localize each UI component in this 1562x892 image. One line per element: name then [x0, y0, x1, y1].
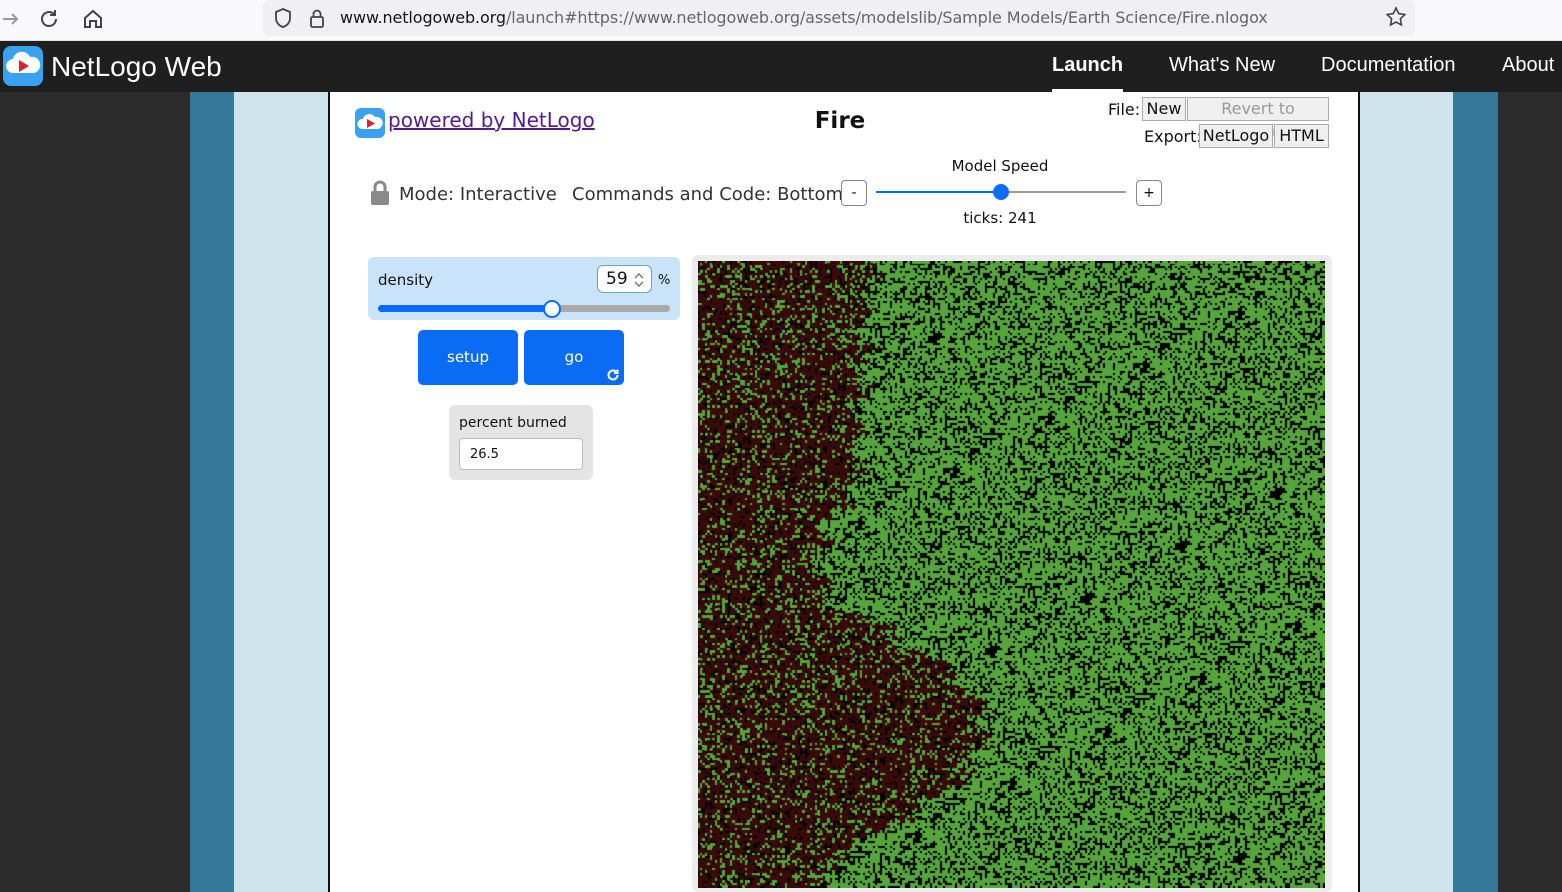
- home-icon[interactable]: [80, 6, 106, 32]
- export-label: Export:: [1144, 127, 1202, 146]
- density-unit: %: [658, 273, 671, 288]
- density-label: density: [378, 271, 433, 289]
- powered-by-link[interactable]: powered by NetLogo: [388, 108, 595, 132]
- world-view[interactable]: [698, 261, 1325, 888]
- speed-slider-fill: [876, 191, 1001, 193]
- spinner-arrows-icon[interactable]: [633, 271, 645, 289]
- setup-button[interactable]: setup: [418, 330, 518, 385]
- forward-icon[interactable]: [0, 6, 26, 32]
- nav-about[interactable]: About: [1502, 54, 1554, 77]
- go-button-label: go: [564, 348, 584, 366]
- go-button[interactable]: go: [524, 330, 624, 385]
- file-new-button[interactable]: New: [1142, 97, 1186, 121]
- setup-button-label: setup: [447, 348, 489, 366]
- model-title: Fire: [814, 108, 866, 134]
- commands-code-toggle[interactable]: Commands and Code: Bottom: [572, 184, 843, 205]
- density-value: 59: [606, 269, 628, 289]
- nav-whats-new[interactable]: What's New: [1169, 54, 1275, 77]
- monitor-label: percent burned: [459, 415, 567, 431]
- nav-documentation[interactable]: Documentation: [1321, 54, 1456, 77]
- mode-toggle[interactable]: Mode: Interactive: [399, 184, 557, 205]
- speed-decrease-button[interactable]: -: [841, 180, 867, 206]
- ticks-counter: ticks: 241: [963, 209, 1037, 227]
- site-navbar: NetLogo Web Launch What's New Documentat…: [0, 41, 1562, 92]
- bookmark-star-icon[interactable]: [1385, 6, 1407, 28]
- speed-slider-thumb[interactable]: [993, 184, 1009, 200]
- density-value-input[interactable]: 59: [597, 265, 652, 293]
- url-text[interactable]: www.netlogoweb.org/launch#https://www.ne…: [340, 8, 1268, 27]
- page-border-right: [1453, 92, 1498, 892]
- browser-toolbar: www.netlogoweb.org/launch#https://www.ne…: [0, 0, 1562, 41]
- export-netlogo-button[interactable]: NetLogo: [1199, 124, 1273, 148]
- page-border-left: [190, 92, 234, 892]
- file-label: File:: [1108, 100, 1141, 119]
- revert-to-original-button[interactable]: Revert to Original: [1187, 97, 1329, 140]
- density-slider-fill: [378, 305, 553, 312]
- density-slider-widget[interactable]: density 59 %: [368, 257, 680, 320]
- netlogo-small-logo-icon[interactable]: [355, 108, 385, 138]
- forever-loop-icon: [607, 369, 619, 381]
- percent-burned-monitor: percent burned 26.5: [449, 405, 593, 480]
- brand-title[interactable]: NetLogo Web: [51, 51, 222, 83]
- url-bar[interactable]: www.netlogoweb.org/launch#https://www.ne…: [263, 0, 1415, 36]
- density-slider-thumb[interactable]: [543, 300, 562, 318]
- model-speed-label: Model Speed: [951, 157, 1049, 175]
- density-slider-track[interactable]: [378, 305, 670, 312]
- monitor-value-box: 26.5: [459, 438, 583, 470]
- export-html-button[interactable]: HTML: [1274, 124, 1329, 148]
- nav-launch[interactable]: Launch: [1052, 54, 1123, 77]
- reload-icon[interactable]: [36, 6, 62, 32]
- shield-icon[interactable]: [273, 7, 293, 29]
- lock-icon[interactable]: [370, 180, 390, 206]
- speed-increase-button[interactable]: +: [1136, 180, 1162, 206]
- netlogo-logo-icon[interactable]: [3, 46, 43, 86]
- monitor-value: 26.5: [470, 447, 499, 462]
- lock-icon[interactable]: [308, 7, 326, 29]
